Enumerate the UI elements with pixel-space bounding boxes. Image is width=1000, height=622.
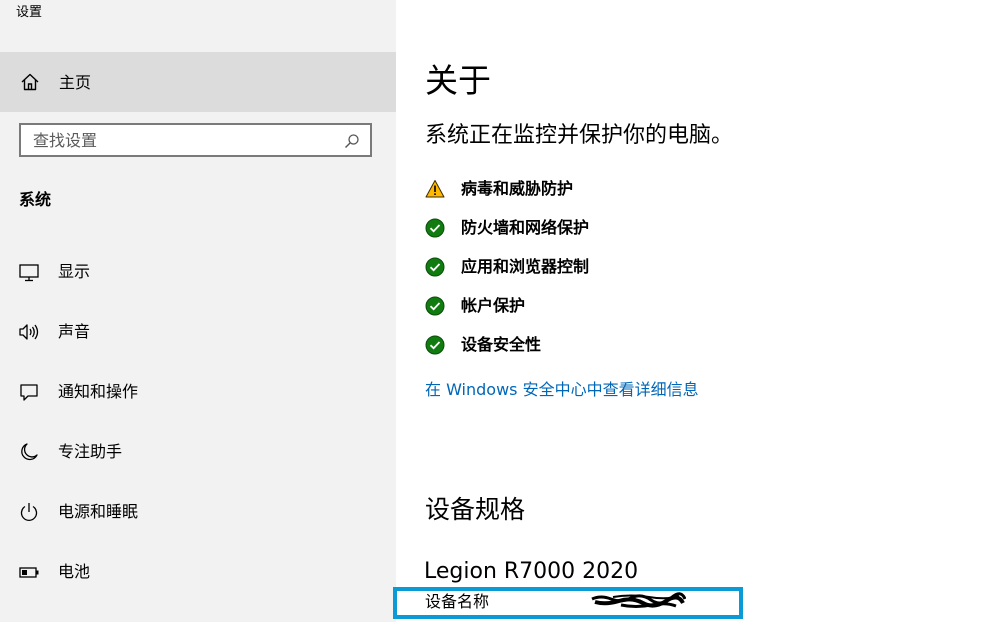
check-circle-icon (425, 218, 445, 238)
status-item-label: 病毒和威胁防护 (461, 179, 574, 198)
notification-icon (18, 381, 40, 403)
sidebar-item-label: 电源和睡眠 (58, 502, 139, 521)
security-status-headline: 系统正在监控并保护你的电脑。 (425, 123, 734, 148)
sidebar: 设置 主页 系统 (0, 0, 396, 622)
main-content: 关于 系统正在监控并保护你的电脑。 病毒和威胁防护 防火墙和网络保护 应用和浏览… (393, 0, 1000, 622)
status-item-label: 应用和浏览器控制 (461, 257, 590, 276)
sidebar-item-label: 声音 (58, 322, 91, 341)
search-box[interactable] (19, 123, 372, 157)
sidebar-item-battery[interactable]: 电池 (0, 546, 396, 598)
speaker-icon (18, 321, 40, 343)
page-title: 关于 (425, 61, 491, 100)
sidebar-item-label: 电池 (58, 562, 91, 581)
status-item-label: 防火墙和网络保护 (461, 218, 590, 237)
settings-window: 设置 主页 系统 (0, 0, 1000, 622)
device-specs-heading: 设备规格 (425, 495, 526, 524)
sidebar-item-label: 专注助手 (58, 442, 123, 461)
device-name-label: 设备名称 (425, 592, 490, 611)
sidebar-item-home[interactable]: 主页 (0, 52, 396, 112)
home-icon (20, 72, 40, 92)
sidebar-item-display[interactable]: 显示 (0, 246, 396, 298)
search-input[interactable] (33, 129, 333, 151)
window-title: 设置 (16, 5, 43, 20)
check-circle-icon (425, 335, 445, 355)
warning-icon (425, 179, 445, 199)
status-item-label: 帐户保护 (461, 296, 526, 315)
battery-icon (18, 561, 40, 583)
check-circle-icon (425, 296, 445, 316)
sidebar-item-notifications[interactable]: 通知和操作 (0, 366, 396, 418)
sidebar-section-title: 系统 (19, 190, 52, 209)
sidebar-item-power-sleep[interactable]: 电源和睡眠 (0, 486, 396, 538)
sidebar-item-label: 通知和操作 (58, 382, 139, 401)
security-center-details-link[interactable]: 在 Windows 安全中心中查看详细信息 (425, 379, 699, 401)
sidebar-item-sound[interactable]: 声音 (0, 306, 396, 358)
monitor-icon (18, 261, 40, 283)
sidebar-item-home-label: 主页 (59, 73, 92, 92)
redaction-scribble (591, 592, 687, 610)
status-item-label: 设备安全性 (461, 335, 542, 354)
search-icon[interactable] (344, 133, 360, 149)
sidebar-item-label: 显示 (58, 262, 91, 281)
check-circle-icon (425, 257, 445, 277)
sidebar-item-focus-assist[interactable]: 专注助手 (0, 426, 396, 478)
moon-icon (18, 441, 40, 463)
device-model: Legion R7000 2020 (424, 559, 639, 584)
power-icon (18, 501, 40, 523)
